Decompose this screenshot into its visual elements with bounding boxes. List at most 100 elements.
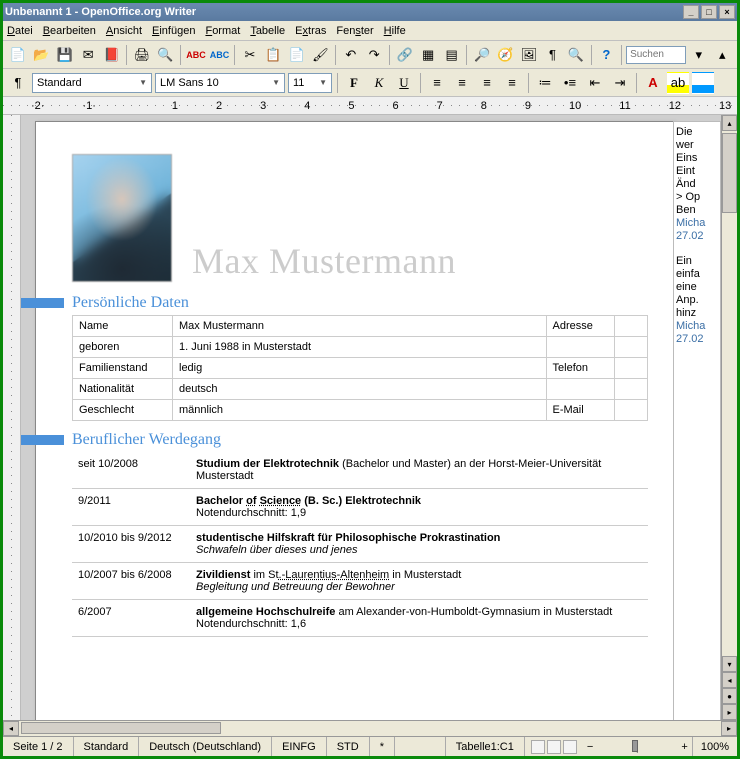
list-bullet-icon[interactable]: •≡ xyxy=(559,72,581,94)
paragraph-style-select[interactable]: Standard▼ xyxy=(32,73,152,93)
big-name[interactable]: Max Mustermann xyxy=(192,240,456,282)
personal-data-table[interactable]: NameMax MustermannAdressegeboren1. Juni … xyxy=(72,315,648,421)
print-icon[interactable]: 🖨 xyxy=(131,44,152,66)
career-desc[interactable]: studentische Hilfskraft für Philosophisc… xyxy=(190,526,648,563)
zoom-handle-icon[interactable] xyxy=(632,740,638,752)
table-row[interactable]: 10/2007 bis 6/2008Zivildienst im St.-Lau… xyxy=(72,563,648,600)
pd-label[interactable]: Nationalität xyxy=(73,379,173,400)
search-input[interactable] xyxy=(626,46,686,64)
pd-value2[interactable] xyxy=(614,316,647,337)
table-row[interactable]: seit 10/2008Studium der Elektrotechnik (… xyxy=(72,452,648,489)
link-icon[interactable]: 🔗 xyxy=(394,44,415,66)
help-icon[interactable]: ? xyxy=(596,44,617,66)
maximize-button[interactable]: □ xyxy=(701,5,717,19)
career-desc[interactable]: allgemeine Hochschulreife am Alexander-v… xyxy=(190,600,648,637)
pdf-icon[interactable]: 📕 xyxy=(101,44,122,66)
list-num-icon[interactable]: ≔ xyxy=(534,72,556,94)
table-row[interactable]: 10/2010 bis 9/2012studentische Hilfskraf… xyxy=(72,526,648,563)
brush-icon[interactable]: 🖌 xyxy=(310,44,331,66)
table-icon[interactable]: ▦ xyxy=(417,44,438,66)
italic-icon[interactable]: K xyxy=(368,72,390,94)
bold-icon[interactable]: F xyxy=(343,72,365,94)
redo-icon[interactable]: ↷ xyxy=(364,44,385,66)
menu-hilfe[interactable]: Hilfe xyxy=(384,25,406,37)
pd-value[interactable]: Max Mustermann xyxy=(173,316,547,337)
indent-inc-icon[interactable]: ⇥ xyxy=(609,72,631,94)
auto-spell-icon[interactable]: ABC xyxy=(209,44,231,66)
align-right-icon[interactable]: ≡ xyxy=(476,72,498,94)
pd-value[interactable]: 1. Juni 1988 in Musterstadt xyxy=(173,337,547,358)
mail-icon[interactable]: ✉ xyxy=(77,44,98,66)
menu-fenster[interactable]: Fenster xyxy=(336,25,373,37)
pd-value2[interactable] xyxy=(614,337,647,358)
status-lang[interactable]: Deutsch (Deutschland) xyxy=(139,737,272,756)
ruler-horizontal[interactable]: ·2··1·123456789101112131415161718 xyxy=(3,97,737,115)
status-page[interactable]: Seite 1 / 2 xyxy=(3,737,74,756)
career-when[interactable]: 9/2011 xyxy=(72,489,190,526)
zoom-slider[interactable]: − | + xyxy=(583,737,693,756)
pd-label[interactable]: Name xyxy=(73,316,173,337)
horizontal-scrollbar[interactable]: ◂ ▸ xyxy=(3,720,737,736)
highlight-icon[interactable]: ab xyxy=(667,72,689,94)
pd-label[interactable]: geboren xyxy=(73,337,173,358)
table-row[interactable]: NameMax MustermannAdresse xyxy=(73,316,648,337)
pd-label[interactable]: Familienstand xyxy=(73,358,173,379)
table-row[interactable]: FamilienstandledigTelefon xyxy=(73,358,648,379)
navigator-icon[interactable]: 🧭 xyxy=(495,44,516,66)
close-button[interactable]: × xyxy=(719,5,735,19)
menu-extras[interactable]: Extras xyxy=(295,25,326,37)
career-when[interactable]: 10/2010 bis 9/2012 xyxy=(72,526,190,563)
view-single-icon[interactable] xyxy=(531,740,545,754)
status-insert[interactable]: EINFG xyxy=(272,737,327,756)
career-desc[interactable]: Studium der Elektrotechnik (Bachelor und… xyxy=(190,452,648,489)
grid-icon[interactable]: ▤ xyxy=(441,44,462,66)
font-size-select[interactable]: 11▼ xyxy=(288,73,332,93)
styles-icon[interactable]: ¶ xyxy=(7,72,29,94)
gallery-icon[interactable]: 🖼 xyxy=(518,44,539,66)
find-icon[interactable]: 🔎 xyxy=(471,44,492,66)
pd-label2[interactable]: Adresse xyxy=(546,316,614,337)
align-justify-icon[interactable]: ≡ xyxy=(501,72,523,94)
align-center-icon[interactable]: ≡ xyxy=(451,72,473,94)
view-multi-icon[interactable] xyxy=(547,740,561,754)
menu-tabelle[interactable]: Tabelle xyxy=(250,25,285,37)
table-row[interactable]: 9/2011Bachelor of Science (B. Sc.) Elekt… xyxy=(72,489,648,526)
minimize-button[interactable]: _ xyxy=(683,5,699,19)
preview-icon[interactable]: 🔍 xyxy=(155,44,176,66)
career-table[interactable]: seit 10/2008Studium der Elektrotechnik (… xyxy=(72,452,648,637)
copy-icon[interactable]: 📋 xyxy=(263,44,284,66)
document-canvas[interactable]: Max Mustermann Persönliche Daten NameMax… xyxy=(21,115,721,720)
table-row[interactable]: geboren1. Juni 1988 in Musterstadt xyxy=(73,337,648,358)
next-page-icon[interactable]: ▸ xyxy=(722,704,737,720)
menu-datei[interactable]: Datei xyxy=(7,25,33,37)
scroll-up-icon[interactable]: ▴ xyxy=(722,115,737,131)
pd-value2[interactable] xyxy=(614,400,647,421)
pd-value2[interactable] xyxy=(614,358,647,379)
spellcheck-icon[interactable]: ABC xyxy=(185,44,207,66)
status-style[interactable]: Standard xyxy=(74,737,140,756)
undo-icon[interactable]: ↶ xyxy=(340,44,361,66)
pd-label[interactable]: Geschlecht xyxy=(73,400,173,421)
status-std[interactable]: STD xyxy=(327,737,370,756)
scroll-down-icon[interactable]: ▾ xyxy=(722,656,737,672)
pd-label2[interactable] xyxy=(546,337,614,358)
bg-color-icon[interactable] xyxy=(692,72,714,94)
scroll-thumb[interactable] xyxy=(722,133,737,213)
pd-label2[interactable]: E-Mail xyxy=(546,400,614,421)
cut-icon[interactable]: ✂ xyxy=(239,44,260,66)
career-desc[interactable]: Bachelor of Science (B. Sc.) Elektrotech… xyxy=(190,489,648,526)
align-left-icon[interactable]: ≡ xyxy=(426,72,448,94)
table-row[interactable]: GeschlechtmännlichE-Mail xyxy=(73,400,648,421)
pd-label2[interactable] xyxy=(546,379,614,400)
ruler-vertical[interactable] xyxy=(3,115,21,720)
pd-value2[interactable] xyxy=(614,379,647,400)
status-table[interactable]: Tabelle1:C1 xyxy=(446,737,525,756)
search-next-icon[interactable]: ▾ xyxy=(688,44,709,66)
hscroll-thumb[interactable] xyxy=(21,722,221,734)
vertical-scrollbar[interactable]: ▴ ▾ ◂ ● ▸ xyxy=(721,115,737,720)
nav-icon[interactable]: ● xyxy=(722,688,737,704)
pd-value[interactable]: männlich xyxy=(173,400,547,421)
menu-bearbeiten[interactable]: Bearbeiten xyxy=(43,25,96,37)
zoom-icon[interactable]: 🔍 xyxy=(565,44,586,66)
table-row[interactable]: Nationalitätdeutsch xyxy=(73,379,648,400)
